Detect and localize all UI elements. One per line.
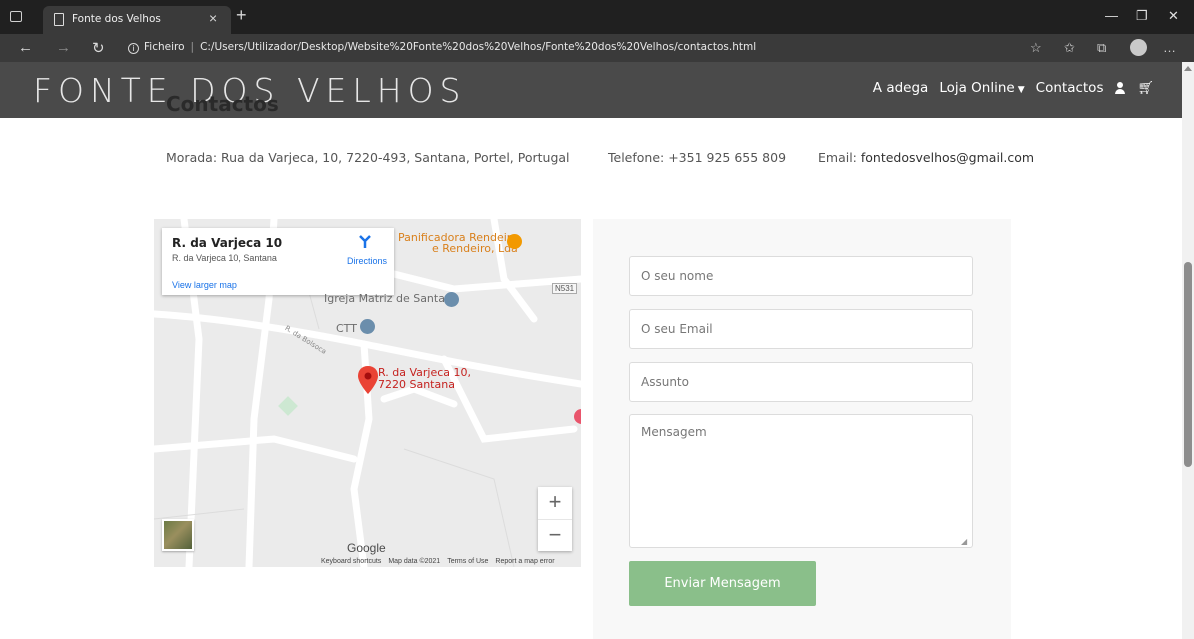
- view-larger-map-link[interactable]: View larger map: [172, 280, 237, 290]
- refresh-icon[interactable]: ↻: [92, 39, 105, 57]
- zoom-in-button[interactable]: +: [538, 487, 572, 519]
- google-logo: Google: [347, 541, 386, 555]
- keyboard-shortcuts-link[interactable]: Keyboard shortcuts: [321, 558, 381, 565]
- close-window-icon[interactable]: ✕: [1168, 8, 1179, 24]
- collections-icon[interactable]: ⧉: [1097, 40, 1106, 56]
- tab-actions-icon[interactable]: [10, 11, 22, 22]
- email-label: Email:: [818, 150, 861, 165]
- scroll-up-icon[interactable]: [1184, 66, 1192, 71]
- page-icon: [54, 13, 64, 26]
- page-viewport: FONTE DOS VELHOS A adega Loja Online ▼ Co…: [0, 62, 1182, 639]
- back-icon[interactable]: ←: [18, 39, 33, 56]
- url-prefix: Ficheiro: [144, 41, 185, 53]
- contact-email: Email: fontedosvelhos@gmail.com: [818, 150, 1034, 165]
- main-nav: A adega Loja Online ▼ Contactos 🛒︎: [873, 80, 1154, 96]
- place-address: R. da Varjeca 10, Santana: [172, 253, 277, 263]
- contact-address: Morada: Rua da Varjeca, 10, 7220-493, Sa…: [166, 150, 570, 165]
- caret-down-icon: ▼: [1017, 85, 1025, 95]
- tab-title: Fonte dos Velhos: [72, 13, 161, 25]
- map-data-text: Map data ©2021: [388, 558, 441, 565]
- directions-icon[interactable]: [358, 235, 372, 249]
- browser-tab-bar: Fonte dos Velhos × + — ❐ ✕: [0, 0, 1194, 34]
- place-card: R. da Varjeca 10 R. da Varjeca 10, Santa…: [162, 228, 394, 295]
- poi-bakery-sub: e Rendeiro, Lda: [431, 242, 518, 255]
- favorites-icon[interactable]: ✩: [1064, 40, 1075, 56]
- nav-adega[interactable]: A adega: [873, 80, 929, 96]
- user-icon[interactable]: [1114, 82, 1126, 94]
- location-pin-icon[interactable]: [357, 365, 379, 395]
- church-icon[interactable]: [444, 292, 459, 307]
- nav-contactos[interactable]: Contactos: [1036, 80, 1104, 96]
- poi-ctt-label[interactable]: CTT: [336, 322, 357, 335]
- maximize-icon[interactable]: ❐: [1136, 8, 1148, 24]
- name-input[interactable]: [629, 256, 973, 296]
- place-title: R. da Varjeca 10: [172, 236, 283, 250]
- page-title: Contactos: [166, 92, 279, 116]
- read-aloud-icon[interactable]: ☆: [1030, 40, 1042, 56]
- close-tab-icon[interactable]: ×: [209, 10, 217, 26]
- browser-tab[interactable]: Fonte dos Velhos ×: [43, 6, 231, 34]
- restaurant-icon[interactable]: [507, 234, 522, 249]
- url-field[interactable]: i Ficheiro | C:/Users/Utilizador/Desktop/We…: [128, 41, 756, 54]
- map-footer: Keyboard shortcuts Map data ©2021 Terms of…: [314, 558, 555, 565]
- zoom-out-button[interactable]: −: [538, 519, 572, 551]
- terms-link[interactable]: Terms of Use: [447, 558, 488, 565]
- zoom-controls: + −: [538, 487, 572, 551]
- message-textarea[interactable]: [629, 414, 973, 548]
- info-icon[interactable]: i: [128, 43, 139, 54]
- satellite-toggle[interactable]: [162, 519, 194, 551]
- contact-form: ◢ Enviar Mensagem: [593, 219, 1011, 639]
- google-map[interactable]: R. da Varjeca 10 R. da Varjeca 10, Santa…: [154, 219, 581, 567]
- profile-avatar[interactable]: [1130, 39, 1147, 56]
- poi-church-label[interactable]: Igreja Matriz de Santana: [324, 292, 459, 305]
- url-text: C:/Users/Utilizador/Desktop/Website%20Fo…: [200, 41, 757, 53]
- poi-bakery-label[interactable]: Panificadora Rendeiro e Rendeiro, Lda: [398, 232, 518, 254]
- address-bar: ← → ↻ i Ficheiro | C:/Users/Utilizador/Desk…: [0, 34, 1194, 62]
- pin-label: R. da Varjeca 10, 7220 Santana: [378, 367, 471, 391]
- report-error-link[interactable]: Report a map error: [495, 558, 554, 565]
- pin-label-line2: 7220 Santana: [378, 378, 455, 391]
- email-input[interactable]: [629, 309, 973, 349]
- url-separator: |: [190, 41, 195, 53]
- contact-phone: Telefone: +351 925 655 809: [608, 150, 787, 165]
- scroll-thumb[interactable]: [1184, 262, 1192, 467]
- subject-input[interactable]: [629, 362, 973, 402]
- page-scrollbar[interactable]: [1182, 62, 1194, 639]
- forward-icon[interactable]: →: [56, 39, 71, 56]
- nav-loja-label: Loja Online: [939, 80, 1015, 96]
- resize-grip-icon[interactable]: ◢: [961, 537, 967, 546]
- more-menu-icon[interactable]: …: [1163, 40, 1176, 55]
- send-message-button[interactable]: Enviar Mensagem: [629, 561, 816, 606]
- email-value[interactable]: fontedosvelhos@gmail.com: [861, 150, 1034, 165]
- minimize-icon[interactable]: —: [1105, 8, 1118, 23]
- nav-loja-online[interactable]: Loja Online ▼: [939, 80, 1024, 96]
- road-shield-n531: N531: [552, 283, 578, 294]
- directions-link[interactable]: Directions: [347, 256, 387, 266]
- post-office-icon[interactable]: [360, 319, 375, 334]
- new-tab-icon[interactable]: +: [236, 5, 247, 26]
- cart-icon[interactable]: 🛒︎: [1137, 80, 1154, 96]
